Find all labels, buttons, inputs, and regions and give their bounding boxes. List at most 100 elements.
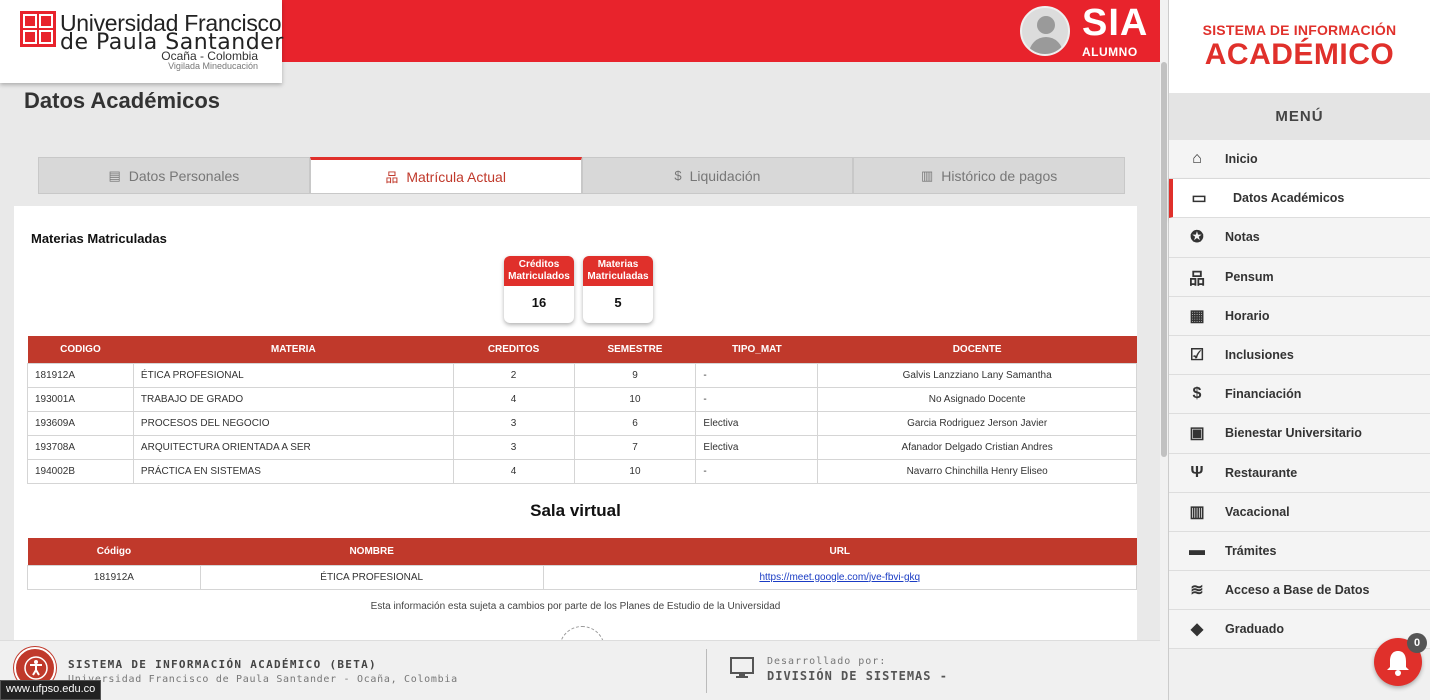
table-cell: PROCESOS DEL NEGOCIO	[132, 410, 454, 436]
table-cell: 3	[452, 434, 575, 460]
table-cell: 10	[573, 458, 697, 484]
tab-historico-pagos[interactable]: ▥ Histórico de pagos	[853, 157, 1125, 194]
user-avatar[interactable]	[1020, 6, 1070, 56]
monitor-icon	[730, 657, 754, 678]
sidebar-title-line1: SISTEMA DE INFORMACIÓN	[1202, 22, 1397, 38]
sidebar-item-label: Pensum	[1225, 269, 1274, 284]
table-cell: 3	[452, 410, 575, 436]
disclaimer-note: Esta información esta sujeta a cambios p…	[370, 601, 781, 612]
table-cell: 6	[573, 410, 697, 436]
ufps-logo-icon	[20, 11, 56, 47]
table-cell: 181912A	[27, 564, 201, 590]
sidebar-item-label: Bienestar Universitario	[1225, 426, 1362, 441]
dollar-circle-icon: $	[1192, 385, 1202, 403]
column-header: MATERIA	[133, 336, 454, 363]
table-cell: 10	[573, 386, 697, 412]
card-label: Matriculadas	[587, 271, 649, 282]
sidebar-item-label: Financiación	[1225, 387, 1302, 402]
table-row: 181912A ÉTICA PROFESIONAL https://meet.g…	[27, 564, 1138, 590]
table-cell: 7	[573, 434, 697, 460]
sidebar-item-restaurante[interactable]: Ψ Restaurante	[1169, 453, 1430, 493]
table-cell: https://meet.google.com/jve-fbvi-gkq	[542, 564, 1138, 590]
column-header: CODIGO	[27, 336, 134, 363]
calendar-icon: ▦	[1189, 307, 1205, 325]
sidebar-item-label: Graduado	[1225, 622, 1285, 637]
table-cell: Electiva	[695, 434, 819, 460]
table-cell: 193708A	[27, 434, 134, 460]
tab-datos-personales[interactable]: ▤ Datos Personales	[38, 157, 310, 194]
checkbox-icon: ☑	[1189, 347, 1205, 365]
card-value: 16	[531, 295, 547, 310]
tab-label: Histórico de pagos	[941, 167, 1058, 184]
table-cell: -	[695, 386, 819, 412]
sidebar-item-vacacional[interactable]: ▥ Vacacional	[1169, 492, 1430, 532]
page-title: Datos Académicos	[24, 88, 221, 113]
table-cell: Galvis Lanzziano Lany Samantha	[817, 362, 1137, 388]
table-cell: 194002B	[27, 458, 134, 484]
sia-subtitle: ALUMNO	[1082, 45, 1138, 59]
materias-card: Materias Matriculadas 5	[583, 256, 653, 323]
sidebar-item-base-datos[interactable]: ≋ Acceso a Base de Datos	[1169, 571, 1430, 611]
table-row: 193001A TRABAJO DE GRADO 4 10 - No Asign…	[27, 386, 1137, 412]
creditos-card: Créditos Matriculados 16	[504, 256, 574, 323]
medal-icon: ✪	[1190, 229, 1204, 247]
books-icon: ▥	[1189, 503, 1205, 521]
sidebar-item-inicio[interactable]: ⌂ Inicio	[1169, 140, 1430, 180]
briefcase-icon: ▣	[1189, 425, 1205, 443]
tab-label: Datos Personales	[128, 167, 240, 184]
column-header: NOMBRE	[200, 538, 544, 565]
table-cell: 9	[573, 362, 697, 388]
sidebar-item-notas[interactable]: ✪ Notas	[1169, 218, 1430, 258]
sidebar-item-label: Notas	[1225, 230, 1260, 245]
table-row: 194002B PRÁCTICA EN SISTEMAS 4 10 - Nava…	[27, 458, 1137, 484]
sala-virtual-table: Código NOMBRE URL 181912A ÉTICA PROFESIO…	[27, 538, 1138, 590]
sidebar-item-bienestar[interactable]: ▣ Bienestar Universitario	[1169, 414, 1430, 454]
sidebar-item-label: Vacacional	[1225, 504, 1290, 519]
table-cell: Electiva	[695, 410, 819, 436]
sidebar-brand: SISTEMA DE INFORMACIÓN ACADÉMICO	[1169, 0, 1430, 93]
table-cell: Navarro Chinchilla Henry Eliseo	[817, 458, 1137, 484]
scrollbar-thumb[interactable]	[1161, 62, 1167, 457]
sidebar-item-label: Restaurante	[1225, 465, 1298, 480]
column-header: SEMESTRE	[574, 336, 696, 363]
id-card-icon: ▤	[108, 167, 121, 183]
table-cell: No Asignado Docente	[817, 386, 1137, 412]
tab-panel-matricula: Materias Matriculadas Créditos Matriculad…	[14, 206, 1138, 672]
sidebar-item-inclusiones[interactable]: ☑ Inclusiones	[1169, 335, 1430, 376]
column-header: URL	[543, 538, 1137, 565]
footer: SISTEMA DE INFORMACIÓN ACADÉMICO (BETA) …	[0, 640, 1165, 700]
sidebar-item-tramites[interactable]: ▬ Trámites	[1169, 531, 1430, 572]
table-cell: ARQUITECTURA ORIENTADA A SER	[132, 434, 454, 460]
materias-table: CODIGO MATERIA CREDITOS SEMESTRE TIPO_MA…	[27, 336, 1137, 484]
home-icon: ⌂	[1192, 150, 1202, 168]
table-cell: 4	[452, 386, 575, 412]
sidebar-item-datos-academicos[interactable]: ▭ Datos Académicos	[1169, 179, 1430, 219]
column-header: Código	[27, 538, 201, 565]
table-cell: 193001A	[27, 386, 134, 412]
card-label: Créditos	[518, 259, 560, 270]
card-label: Materias	[597, 259, 639, 270]
table-cell: 2	[452, 362, 575, 388]
table-cell: 193609A	[27, 410, 134, 436]
main-content: Datos Académicos ▤ Datos Personales 品 Ma…	[0, 62, 1160, 672]
card-icon: ▭	[1191, 190, 1207, 208]
sidebar-item-label: Trámites	[1225, 543, 1277, 558]
sia-title: SIA	[1082, 2, 1149, 44]
university-logo[interactable]: Universidad Francisco de Paula Santander…	[0, 0, 283, 83]
column-header: TIPO_MAT	[695, 336, 818, 363]
tab-matricula-actual[interactable]: 品 Matrícula Actual	[309, 157, 582, 194]
table-cell: 4	[452, 458, 575, 484]
university-vigilada: Vigilada Mineducación	[168, 61, 258, 71]
sidebar-item-pensum[interactable]: 品 Pensum	[1169, 257, 1430, 297]
footer-university: Universidad Francisco de Paula Santander…	[68, 674, 458, 685]
footer-dev-label: Desarrollado por:	[767, 656, 887, 667]
folder-icon: ▬	[1189, 541, 1205, 559]
table-row: 193609A PROCESOS DEL NEGOCIO 3 6 Electiv…	[27, 410, 1137, 436]
section-title: Materias Matriculadas	[31, 231, 167, 246]
meet-link[interactable]: https://meet.google.com/jve-fbvi-gkq	[759, 572, 920, 583]
sidebar-item-financiacion[interactable]: $ Financiación	[1169, 375, 1430, 415]
table-cell: ÉTICA PROFESIONAL	[199, 564, 544, 590]
sidebar-item-horario[interactable]: ▦ Horario	[1169, 296, 1430, 336]
tab-liquidacion[interactable]: $ Liquidación	[581, 157, 854, 194]
page-scrollbar[interactable]	[1160, 0, 1168, 700]
